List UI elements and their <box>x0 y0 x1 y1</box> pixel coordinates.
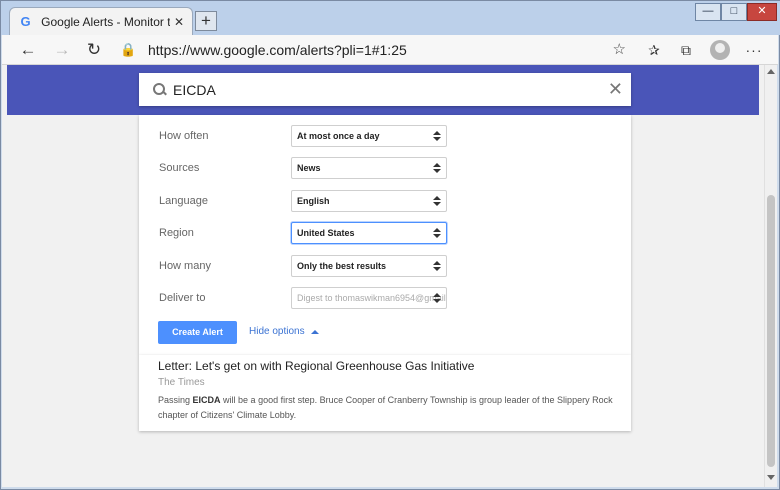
hide-options-link[interactable]: Hide options <box>249 326 319 337</box>
option-label: How often <box>159 130 209 142</box>
select-value: English <box>297 196 330 206</box>
select-arrows-icon <box>433 261 441 272</box>
clear-query-icon[interactable]: ✕ <box>608 79 623 100</box>
option-label: How many <box>159 260 211 272</box>
option-row-how-many: How many Only the best results <box>139 255 631 279</box>
window-close-button[interactable]: ✕ <box>747 3 777 21</box>
tab-close-icon[interactable]: ✕ <box>174 15 184 29</box>
select-arrows-icon <box>433 196 441 207</box>
alert-query-input[interactable]: EICDA ✕ <box>139 73 631 106</box>
alert-query-text[interactable]: EICDA <box>173 82 216 98</box>
browser-tab[interactable]: G Google Alerts - Monitor the Web ✕ <box>9 7 193 35</box>
url-text[interactable]: https://www.google.com/alerts?pli=1#1:25 <box>148 42 407 58</box>
alert-options-panel: How often At most once a day Sources New… <box>139 115 631 355</box>
how-many-select[interactable]: Only the best results <box>291 255 447 277</box>
result-title[interactable]: Letter: Let's get on with Regional Green… <box>158 359 474 373</box>
favorites-icon[interactable]: ✰ <box>642 39 666 61</box>
tab-title: Google Alerts - Monitor the Web <box>41 14 170 29</box>
language-select[interactable]: English <box>291 190 447 212</box>
select-arrows-icon <box>433 293 441 304</box>
forward-arrow-icon[interactable]: → <box>50 39 74 61</box>
option-label: Sources <box>159 162 200 174</box>
more-menu-icon[interactable]: ··· <box>742 39 766 61</box>
select-value: Digest to thomaswikman6954@gmail.com <box>297 293 446 303</box>
option-label: Deliver to <box>159 292 206 304</box>
select-arrows-icon <box>433 131 441 142</box>
select-value: News <box>297 163 321 173</box>
back-arrow-icon[interactable]: ← <box>16 39 40 61</box>
google-favicon-icon: G <box>20 14 31 29</box>
option-row-how-often: How often At most once a day <box>139 125 631 149</box>
vertical-scrollbar[interactable] <box>764 65 777 487</box>
option-row-region: Region United States <box>139 222 631 246</box>
how-often-select[interactable]: At most once a day <box>291 125 447 147</box>
browser-window: G Google Alerts - Monitor the Web ✕ + — … <box>0 0 780 490</box>
region-select[interactable]: United States <box>291 222 447 244</box>
caret-up-icon <box>310 329 319 334</box>
select-value: At most once a day <box>297 131 380 141</box>
result-source: The Times <box>158 377 205 388</box>
address-bar[interactable]: 🔒 https://www.google.com/alerts?pli=1#1:… <box>114 38 634 62</box>
favorite-star-icon[interactable]: ☆ <box>613 40 626 58</box>
window-minimize-button[interactable]: — <box>695 3 721 21</box>
select-value: Only the best results <box>297 261 387 271</box>
collections-icon[interactable]: ⧉ <box>674 39 698 61</box>
lock-icon[interactable]: 🔒 <box>120 42 136 58</box>
page-viewport: EICDA ✕ How often At most once a day Sou… <box>2 65 764 487</box>
deliver-to-select[interactable]: Digest to thomaswikman6954@gmail.com <box>291 287 447 309</box>
preview-result-card: Letter: Let's get on with Regional Green… <box>139 355 631 431</box>
option-row-language: Language English <box>139 190 631 214</box>
hide-options-label: Hide options <box>249 326 305 337</box>
select-arrows-icon <box>433 163 441 174</box>
snippet-highlight: EICDA <box>192 395 221 405</box>
new-tab-button[interactable]: + <box>195 11 217 31</box>
tab-strip: G Google Alerts - Monitor the Web ✕ + — … <box>1 1 780 35</box>
scroll-down-arrow-icon[interactable] <box>767 475 775 480</box>
scroll-up-arrow-icon[interactable] <box>767 69 775 74</box>
option-row-deliver-to: Deliver to Digest to thomaswikman6954@gm… <box>139 287 631 311</box>
result-snippet: Passing EICDA will be a good first step.… <box>158 395 613 420</box>
scrollbar-thumb[interactable] <box>767 195 775 467</box>
profile-avatar-icon[interactable] <box>710 40 730 60</box>
option-row-sources: Sources News <box>139 157 631 181</box>
search-icon <box>153 82 167 97</box>
select-value: United States <box>297 228 355 238</box>
window-maximize-button[interactable]: □ <box>721 3 747 21</box>
sources-select[interactable]: News <box>291 157 447 179</box>
option-label: Language <box>159 195 208 207</box>
reload-icon[interactable]: ↻ <box>82 39 106 61</box>
select-arrows-icon <box>433 228 441 239</box>
create-alert-button[interactable]: Create Alert <box>158 321 237 344</box>
option-label: Region <box>159 227 194 239</box>
browser-toolbar: ← → ↻ 🔒 https://www.google.com/alerts?pl… <box>2 35 778 65</box>
